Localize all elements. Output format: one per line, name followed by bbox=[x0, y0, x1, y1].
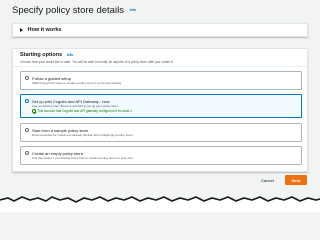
option-cognito-api-gateway[interactable]: Set up with Cognito and API Gateway - ne… bbox=[20, 94, 302, 118]
option-description: Use an existing user directory and API t… bbox=[32, 104, 119, 108]
radio-sample-policy-store[interactable] bbox=[25, 128, 29, 132]
page-title: Specify policy store details Info bbox=[12, 5, 136, 16]
option-empty-policy-store[interactable]: Create an empty policy store Use this op… bbox=[20, 146, 302, 165]
caret-right-icon bbox=[20, 27, 23, 32]
option-sample-policy-store[interactable]: Start from a sample policy store Recomme… bbox=[20, 123, 302, 142]
option-label: Create an empty policy store bbox=[32, 150, 83, 156]
option-label: Follow a guided setup bbox=[32, 75, 71, 81]
divider bbox=[13, 66, 307, 67]
option-guided-setup[interactable]: Follow a guided setup Walk through the s… bbox=[20, 71, 302, 90]
status-text: This account has Cognito and API gateway… bbox=[37, 109, 132, 113]
page-title-text: Specify policy store details bbox=[12, 5, 124, 16]
next-button[interactable]: Next bbox=[285, 175, 307, 185]
starting-options-panel: Starting options Info Choose how your wo… bbox=[12, 48, 308, 172]
starting-options-description: Choose how your would like to start. You… bbox=[20, 60, 174, 64]
starting-options-title: Starting options bbox=[20, 52, 63, 58]
how-it-works-panel: How it works bbox=[12, 23, 308, 37]
radio-cognito-api-gateway[interactable] bbox=[25, 99, 29, 103]
option-description: Use this option if you already know how … bbox=[32, 156, 134, 160]
option-description: Recommended for customers already famili… bbox=[32, 133, 134, 137]
radio-guided-setup[interactable] bbox=[25, 76, 29, 80]
starting-options-heading: Starting options Info bbox=[20, 52, 73, 58]
status-message: This account has Cognito and API gateway… bbox=[32, 109, 132, 113]
check-circle-icon bbox=[32, 109, 36, 113]
how-it-works-title: How it works bbox=[27, 27, 62, 33]
torn-edge bbox=[0, 196, 320, 212]
option-label: Set up with Cognito and API Gateway - ne… bbox=[32, 98, 110, 104]
cancel-button[interactable]: Cancel bbox=[261, 178, 274, 183]
starting-options-info-link[interactable]: Info bbox=[67, 53, 73, 57]
page-info-link[interactable]: Info bbox=[130, 8, 136, 12]
option-label: Start from a sample policy store bbox=[32, 127, 89, 133]
how-it-works-toggle[interactable]: How it works bbox=[20, 27, 61, 33]
option-description: Walk through the steps to create a polic… bbox=[32, 81, 122, 85]
radio-empty-policy-store[interactable] bbox=[25, 151, 29, 155]
